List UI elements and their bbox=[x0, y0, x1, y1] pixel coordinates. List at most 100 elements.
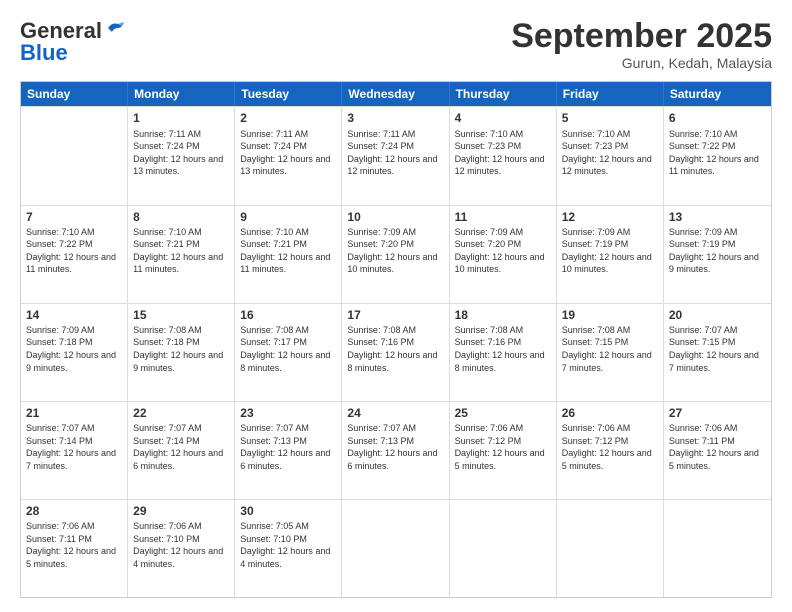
day-info: Sunrise: 7:06 AM Sunset: 7:10 PM Dayligh… bbox=[133, 520, 229, 570]
day-number: 12 bbox=[562, 209, 658, 225]
calendar-cell: 13Sunrise: 7:09 AM Sunset: 7:19 PM Dayli… bbox=[664, 206, 771, 303]
day-info: Sunrise: 7:10 AM Sunset: 7:21 PM Dayligh… bbox=[133, 226, 229, 276]
calendar-cell bbox=[342, 500, 449, 597]
day-number: 13 bbox=[669, 209, 766, 225]
header-sunday: Sunday bbox=[21, 82, 128, 106]
day-info: Sunrise: 7:11 AM Sunset: 7:24 PM Dayligh… bbox=[347, 128, 443, 178]
header-friday: Friday bbox=[557, 82, 664, 106]
header-saturday: Saturday bbox=[664, 82, 771, 106]
calendar-cell bbox=[450, 500, 557, 597]
day-number: 11 bbox=[455, 209, 551, 225]
calendar-cell: 26Sunrise: 7:06 AM Sunset: 7:12 PM Dayli… bbox=[557, 402, 664, 499]
page: General Blue September 2025 Gurun, Kedah… bbox=[0, 0, 792, 612]
calendar-cell: 14Sunrise: 7:09 AM Sunset: 7:18 PM Dayli… bbox=[21, 304, 128, 401]
day-info: Sunrise: 7:07 AM Sunset: 7:13 PM Dayligh… bbox=[240, 422, 336, 472]
calendar-cell: 21Sunrise: 7:07 AM Sunset: 7:14 PM Dayli… bbox=[21, 402, 128, 499]
day-info: Sunrise: 7:05 AM Sunset: 7:10 PM Dayligh… bbox=[240, 520, 336, 570]
calendar-cell: 23Sunrise: 7:07 AM Sunset: 7:13 PM Dayli… bbox=[235, 402, 342, 499]
day-info: Sunrise: 7:10 AM Sunset: 7:23 PM Dayligh… bbox=[455, 128, 551, 178]
day-info: Sunrise: 7:10 AM Sunset: 7:21 PM Dayligh… bbox=[240, 226, 336, 276]
logo-text-blue: Blue bbox=[20, 40, 68, 66]
day-number: 4 bbox=[455, 110, 551, 126]
day-info: Sunrise: 7:08 AM Sunset: 7:17 PM Dayligh… bbox=[240, 324, 336, 374]
day-number: 7 bbox=[26, 209, 122, 225]
day-number: 21 bbox=[26, 405, 122, 421]
calendar-cell: 2Sunrise: 7:11 AM Sunset: 7:24 PM Daylig… bbox=[235, 107, 342, 204]
day-number: 29 bbox=[133, 503, 229, 519]
day-info: Sunrise: 7:06 AM Sunset: 7:11 PM Dayligh… bbox=[26, 520, 122, 570]
day-number: 25 bbox=[455, 405, 551, 421]
calendar-cell: 24Sunrise: 7:07 AM Sunset: 7:13 PM Dayli… bbox=[342, 402, 449, 499]
day-number: 15 bbox=[133, 307, 229, 323]
calendar-cell: 8Sunrise: 7:10 AM Sunset: 7:21 PM Daylig… bbox=[128, 206, 235, 303]
calendar-cell: 9Sunrise: 7:10 AM Sunset: 7:21 PM Daylig… bbox=[235, 206, 342, 303]
day-number: 24 bbox=[347, 405, 443, 421]
day-info: Sunrise: 7:08 AM Sunset: 7:16 PM Dayligh… bbox=[347, 324, 443, 374]
day-info: Sunrise: 7:07 AM Sunset: 7:14 PM Dayligh… bbox=[26, 422, 122, 472]
logo-bird-icon bbox=[104, 20, 126, 38]
calendar-row-3: 14Sunrise: 7:09 AM Sunset: 7:18 PM Dayli… bbox=[21, 303, 771, 401]
calendar-cell: 12Sunrise: 7:09 AM Sunset: 7:19 PM Dayli… bbox=[557, 206, 664, 303]
calendar-cell: 18Sunrise: 7:08 AM Sunset: 7:16 PM Dayli… bbox=[450, 304, 557, 401]
day-number: 27 bbox=[669, 405, 766, 421]
day-number: 3 bbox=[347, 110, 443, 126]
day-info: Sunrise: 7:07 AM Sunset: 7:13 PM Dayligh… bbox=[347, 422, 443, 472]
day-number: 5 bbox=[562, 110, 658, 126]
day-info: Sunrise: 7:06 AM Sunset: 7:11 PM Dayligh… bbox=[669, 422, 766, 472]
calendar-row-1: 1 Sunrise: 7:11 AM Sunset: 7:24 PM Daylig… bbox=[21, 106, 771, 204]
calendar-cell: 30Sunrise: 7:05 AM Sunset: 7:10 PM Dayli… bbox=[235, 500, 342, 597]
day-info: Sunrise: 7:09 AM Sunset: 7:20 PM Dayligh… bbox=[347, 226, 443, 276]
logo: General Blue bbox=[20, 18, 126, 66]
day-number: 18 bbox=[455, 307, 551, 323]
calendar-cell: 27Sunrise: 7:06 AM Sunset: 7:11 PM Dayli… bbox=[664, 402, 771, 499]
calendar-cell: 25Sunrise: 7:06 AM Sunset: 7:12 PM Dayli… bbox=[450, 402, 557, 499]
calendar-cell: 16Sunrise: 7:08 AM Sunset: 7:17 PM Dayli… bbox=[235, 304, 342, 401]
day-info: Sunrise: 7:08 AM Sunset: 7:15 PM Dayligh… bbox=[562, 324, 658, 374]
calendar-cell: 15Sunrise: 7:08 AM Sunset: 7:18 PM Dayli… bbox=[128, 304, 235, 401]
calendar-cell bbox=[21, 107, 128, 204]
calendar-cell: 20Sunrise: 7:07 AM Sunset: 7:15 PM Dayli… bbox=[664, 304, 771, 401]
calendar-cell: 29Sunrise: 7:06 AM Sunset: 7:10 PM Dayli… bbox=[128, 500, 235, 597]
day-number: 6 bbox=[669, 110, 766, 126]
day-number: 20 bbox=[669, 307, 766, 323]
day-number: 26 bbox=[562, 405, 658, 421]
day-info: Sunrise: 7:06 AM Sunset: 7:12 PM Dayligh… bbox=[455, 422, 551, 472]
calendar-cell: 5 Sunrise: 7:10 AM Sunset: 7:23 PM Daylig… bbox=[557, 107, 664, 204]
day-number: 19 bbox=[562, 307, 658, 323]
day-info: Sunrise: 7:10 AM Sunset: 7:22 PM Dayligh… bbox=[26, 226, 122, 276]
day-info: Sunrise: 7:10 AM Sunset: 7:22 PM Dayligh… bbox=[669, 128, 766, 178]
day-info: Sunrise: 7:06 AM Sunset: 7:12 PM Dayligh… bbox=[562, 422, 658, 472]
calendar-cell: 19Sunrise: 7:08 AM Sunset: 7:15 PM Dayli… bbox=[557, 304, 664, 401]
day-info: Sunrise: 7:09 AM Sunset: 7:19 PM Dayligh… bbox=[669, 226, 766, 276]
day-info: Sunrise: 7:10 AM Sunset: 7:23 PM Dayligh… bbox=[562, 128, 658, 178]
calendar-row-5: 28Sunrise: 7:06 AM Sunset: 7:11 PM Dayli… bbox=[21, 499, 771, 597]
calendar-header: Sunday Monday Tuesday Wednesday Thursday… bbox=[21, 82, 771, 106]
calendar-cell: 1 Sunrise: 7:11 AM Sunset: 7:24 PM Daylig… bbox=[128, 107, 235, 204]
calendar-cell: 11Sunrise: 7:09 AM Sunset: 7:20 PM Dayli… bbox=[450, 206, 557, 303]
calendar-cell: 22Sunrise: 7:07 AM Sunset: 7:14 PM Dayli… bbox=[128, 402, 235, 499]
day-number: 28 bbox=[26, 503, 122, 519]
day-number: 9 bbox=[240, 209, 336, 225]
day-info: Sunrise: 7:11 AM Sunset: 7:24 PM Dayligh… bbox=[240, 128, 336, 178]
day-number: 23 bbox=[240, 405, 336, 421]
day-number: 30 bbox=[240, 503, 336, 519]
day-info: Sunrise: 7:09 AM Sunset: 7:20 PM Dayligh… bbox=[455, 226, 551, 276]
month-title: September 2025 bbox=[511, 18, 772, 55]
day-info: Sunrise: 7:09 AM Sunset: 7:18 PM Dayligh… bbox=[26, 324, 122, 374]
day-info: Sunrise: 7:09 AM Sunset: 7:19 PM Dayligh… bbox=[562, 226, 658, 276]
calendar-row-2: 7Sunrise: 7:10 AM Sunset: 7:22 PM Daylig… bbox=[21, 205, 771, 303]
subtitle: Gurun, Kedah, Malaysia bbox=[511, 55, 772, 71]
header-tuesday: Tuesday bbox=[235, 82, 342, 106]
calendar-cell: 10Sunrise: 7:09 AM Sunset: 7:20 PM Dayli… bbox=[342, 206, 449, 303]
day-number: 1 bbox=[133, 110, 229, 126]
day-info: Sunrise: 7:08 AM Sunset: 7:16 PM Dayligh… bbox=[455, 324, 551, 374]
header-monday: Monday bbox=[128, 82, 235, 106]
header-thursday: Thursday bbox=[450, 82, 557, 106]
title-area: September 2025 Gurun, Kedah, Malaysia bbox=[511, 18, 772, 71]
calendar-cell: 6 Sunrise: 7:10 AM Sunset: 7:22 PM Daylig… bbox=[664, 107, 771, 204]
calendar-cell bbox=[664, 500, 771, 597]
day-info: Sunrise: 7:11 AM Sunset: 7:24 PM Dayligh… bbox=[133, 128, 229, 178]
calendar-row-4: 21Sunrise: 7:07 AM Sunset: 7:14 PM Dayli… bbox=[21, 401, 771, 499]
day-info: Sunrise: 7:07 AM Sunset: 7:15 PM Dayligh… bbox=[669, 324, 766, 374]
day-info: Sunrise: 7:07 AM Sunset: 7:14 PM Dayligh… bbox=[133, 422, 229, 472]
